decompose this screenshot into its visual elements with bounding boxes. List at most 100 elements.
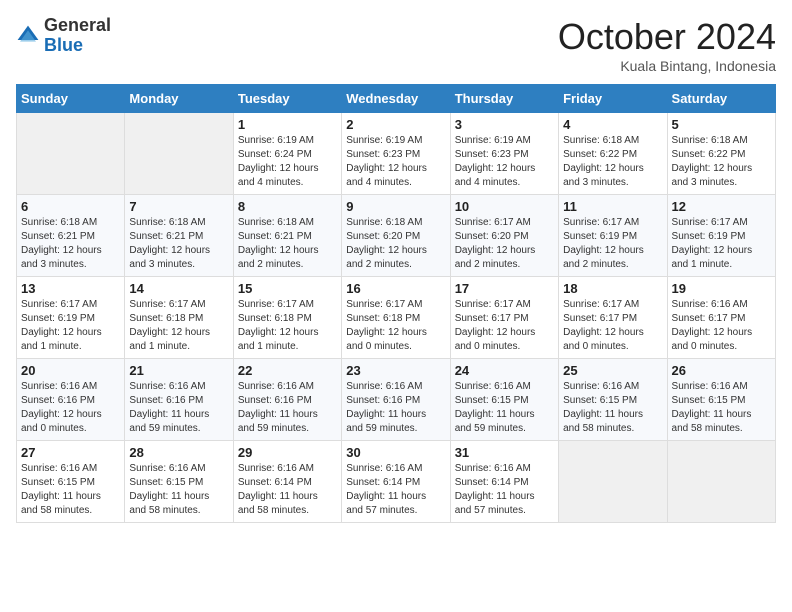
day-number: 6: [21, 199, 120, 214]
calendar-cell: 4 Sunrise: 6:18 AM Sunset: 6:22 PM Daylig…: [559, 113, 667, 195]
day-info: Sunrise: 6:16 AM Sunset: 6:15 PM Dayligh…: [455, 380, 554, 436]
day-info: Sunrise: 6:17 AM Sunset: 6:18 PM Dayligh…: [129, 298, 228, 354]
day-info: Sunrise: 6:16 AM Sunset: 6:14 PM Dayligh…: [346, 462, 445, 518]
day-number: 22: [238, 363, 337, 378]
page-header: General Blue October 2024 Kuala Bintang,…: [16, 16, 776, 74]
calendar-cell: 23 Sunrise: 6:16 AM Sunset: 6:16 PM Dayli…: [342, 359, 450, 441]
calendar-cell: 11Sunrise: 6:17 AM Sunset: 6:19 PM Dayli…: [559, 195, 667, 277]
day-info: Sunrise: 6:18 AM Sunset: 6:22 PM Dayligh…: [672, 134, 771, 190]
day-number: 11: [563, 199, 662, 214]
calendar-cell: 25Sunrise: 6:16 AM Sunset: 6:15 PM Dayli…: [559, 359, 667, 441]
calendar-cell: 3 Sunrise: 6:19 AM Sunset: 6:23 PM Daylig…: [450, 113, 558, 195]
day-number: 8: [238, 199, 337, 214]
calendar-cell: 9Sunrise: 6:18 AM Sunset: 6:20 PM Daylig…: [342, 195, 450, 277]
calendar-week-row: 20 Sunrise: 6:16 AM Sunset: 6:16 PM Dayli…: [17, 359, 776, 441]
calendar-cell: [125, 113, 233, 195]
day-info: Sunrise: 6:19 AM Sunset: 6:23 PM Dayligh…: [455, 134, 554, 190]
calendar-cell: 12Sunrise: 6:17 AM Sunset: 6:19 PM Dayli…: [667, 195, 775, 277]
calendar-week-row: 13Sunrise: 6:17 AM Sunset: 6:19 PM Dayli…: [17, 277, 776, 359]
day-info: Sunrise: 6:17 AM Sunset: 6:18 PM Dayligh…: [346, 298, 445, 354]
day-info: Sunrise: 6:16 AM Sunset: 6:16 PM Dayligh…: [238, 380, 337, 436]
calendar-cell: 20 Sunrise: 6:16 AM Sunset: 6:16 PM Dayli…: [17, 359, 125, 441]
calendar-cell: [559, 441, 667, 523]
day-info: Sunrise: 6:16 AM Sunset: 6:14 PM Dayligh…: [238, 462, 337, 518]
day-info: Sunrise: 6:16 AM Sunset: 6:15 PM Dayligh…: [129, 462, 228, 518]
calendar-cell: 10 Sunrise: 6:17 AM Sunset: 6:20 PM Dayli…: [450, 195, 558, 277]
day-number: 26: [672, 363, 771, 378]
calendar-cell: 31 Sunrise: 6:16 AM Sunset: 6:14 PM Dayli…: [450, 441, 558, 523]
calendar-cell: 27 Sunrise: 6:16 AM Sunset: 6:15 PM Dayli…: [17, 441, 125, 523]
calendar-cell: 22 Sunrise: 6:16 AM Sunset: 6:16 PM Dayli…: [233, 359, 341, 441]
weekday-header: Saturday: [667, 85, 775, 113]
calendar-cell: 28Sunrise: 6:16 AM Sunset: 6:15 PM Dayli…: [125, 441, 233, 523]
weekday-header: Friday: [559, 85, 667, 113]
calendar-cell: 13Sunrise: 6:17 AM Sunset: 6:19 PM Dayli…: [17, 277, 125, 359]
day-number: 24: [455, 363, 554, 378]
day-number: 10: [455, 199, 554, 214]
calendar-cell: 18 Sunrise: 6:17 AM Sunset: 6:17 PM Dayli…: [559, 277, 667, 359]
day-number: 18: [563, 281, 662, 296]
day-number: 5: [672, 117, 771, 132]
day-number: 3: [455, 117, 554, 132]
day-info: Sunrise: 6:17 AM Sunset: 6:17 PM Dayligh…: [563, 298, 662, 354]
weekday-header: Wednesday: [342, 85, 450, 113]
day-number: 1: [238, 117, 337, 132]
day-info: Sunrise: 6:18 AM Sunset: 6:21 PM Dayligh…: [238, 216, 337, 272]
day-number: 30: [346, 445, 445, 460]
calendar-cell: 14 Sunrise: 6:17 AM Sunset: 6:18 PM Dayli…: [125, 277, 233, 359]
day-number: 7: [129, 199, 228, 214]
calendar-cell: 16 Sunrise: 6:17 AM Sunset: 6:18 PM Dayli…: [342, 277, 450, 359]
weekday-header: Sunday: [17, 85, 125, 113]
day-info: Sunrise: 6:16 AM Sunset: 6:17 PM Dayligh…: [672, 298, 771, 354]
month-title: October 2024: [558, 16, 776, 58]
day-number: 15: [238, 281, 337, 296]
calendar-cell: 17Sunrise: 6:17 AM Sunset: 6:17 PM Dayli…: [450, 277, 558, 359]
calendar-cell: 1 Sunrise: 6:19 AM Sunset: 6:24 PM Daylig…: [233, 113, 341, 195]
calendar-cell: 8 Sunrise: 6:18 AM Sunset: 6:21 PM Daylig…: [233, 195, 341, 277]
day-info: Sunrise: 6:16 AM Sunset: 6:16 PM Dayligh…: [346, 380, 445, 436]
calendar-cell: 30 Sunrise: 6:16 AM Sunset: 6:14 PM Dayli…: [342, 441, 450, 523]
day-number: 27: [21, 445, 120, 460]
day-info: Sunrise: 6:16 AM Sunset: 6:16 PM Dayligh…: [21, 380, 120, 436]
day-number: 4: [563, 117, 662, 132]
day-info: Sunrise: 6:16 AM Sunset: 6:14 PM Dayligh…: [455, 462, 554, 518]
calendar-cell: [17, 113, 125, 195]
day-info: Sunrise: 6:17 AM Sunset: 6:20 PM Dayligh…: [455, 216, 554, 272]
day-info: Sunrise: 6:18 AM Sunset: 6:21 PM Dayligh…: [129, 216, 228, 272]
day-number: 16: [346, 281, 445, 296]
calendar-cell: 26 Sunrise: 6:16 AM Sunset: 6:15 PM Dayli…: [667, 359, 775, 441]
calendar-week-row: 27 Sunrise: 6:16 AM Sunset: 6:15 PM Dayli…: [17, 441, 776, 523]
day-number: 21: [129, 363, 228, 378]
calendar-cell: 2Sunrise: 6:19 AM Sunset: 6:23 PM Daylig…: [342, 113, 450, 195]
calendar-cell: 6Sunrise: 6:18 AM Sunset: 6:21 PM Daylig…: [17, 195, 125, 277]
day-info: Sunrise: 6:19 AM Sunset: 6:24 PM Dayligh…: [238, 134, 337, 190]
weekday-header: Thursday: [450, 85, 558, 113]
day-number: 13: [21, 281, 120, 296]
calendar-week-row: 1 Sunrise: 6:19 AM Sunset: 6:24 PM Daylig…: [17, 113, 776, 195]
day-info: Sunrise: 6:18 AM Sunset: 6:22 PM Dayligh…: [563, 134, 662, 190]
day-info: Sunrise: 6:17 AM Sunset: 6:17 PM Dayligh…: [455, 298, 554, 354]
calendar-cell: 24 Sunrise: 6:16 AM Sunset: 6:15 PM Dayli…: [450, 359, 558, 441]
day-info: Sunrise: 6:17 AM Sunset: 6:18 PM Dayligh…: [238, 298, 337, 354]
calendar-week-row: 6 Sunrise: 6:18 AM Sunset: 6:21 PM Daylig…: [17, 195, 776, 277]
calendar-cell: 21 Sunrise: 6:16 AM Sunset: 6:16 PM Dayli…: [125, 359, 233, 441]
calendar-cell: [667, 441, 775, 523]
day-info: Sunrise: 6:16 AM Sunset: 6:16 PM Dayligh…: [129, 380, 228, 436]
weekday-header: Monday: [125, 85, 233, 113]
calendar-table: SundayMondayTuesdayWednesdayThursdayFrid…: [16, 84, 776, 523]
calendar-cell: 19Sunrise: 6:16 AM Sunset: 6:17 PM Dayli…: [667, 277, 775, 359]
day-number: 14: [129, 281, 228, 296]
logo-icon: [16, 24, 40, 48]
day-info: Sunrise: 6:17 AM Sunset: 6:19 PM Dayligh…: [672, 216, 771, 272]
calendar-cell: 7 Sunrise: 6:18 AM Sunset: 6:21 PM Daylig…: [125, 195, 233, 277]
day-info: Sunrise: 6:16 AM Sunset: 6:15 PM Dayligh…: [672, 380, 771, 436]
day-info: Sunrise: 6:16 AM Sunset: 6:15 PM Dayligh…: [21, 462, 120, 518]
logo: General Blue: [16, 16, 111, 56]
day-number: 23: [346, 363, 445, 378]
day-number: 31: [455, 445, 554, 460]
day-number: 29: [238, 445, 337, 460]
day-number: 20: [21, 363, 120, 378]
weekday-header-row: SundayMondayTuesdayWednesdayThursdayFrid…: [17, 85, 776, 113]
calendar-cell: 15 Sunrise: 6:17 AM Sunset: 6:18 PM Dayli…: [233, 277, 341, 359]
logo-text: General Blue: [44, 16, 111, 56]
